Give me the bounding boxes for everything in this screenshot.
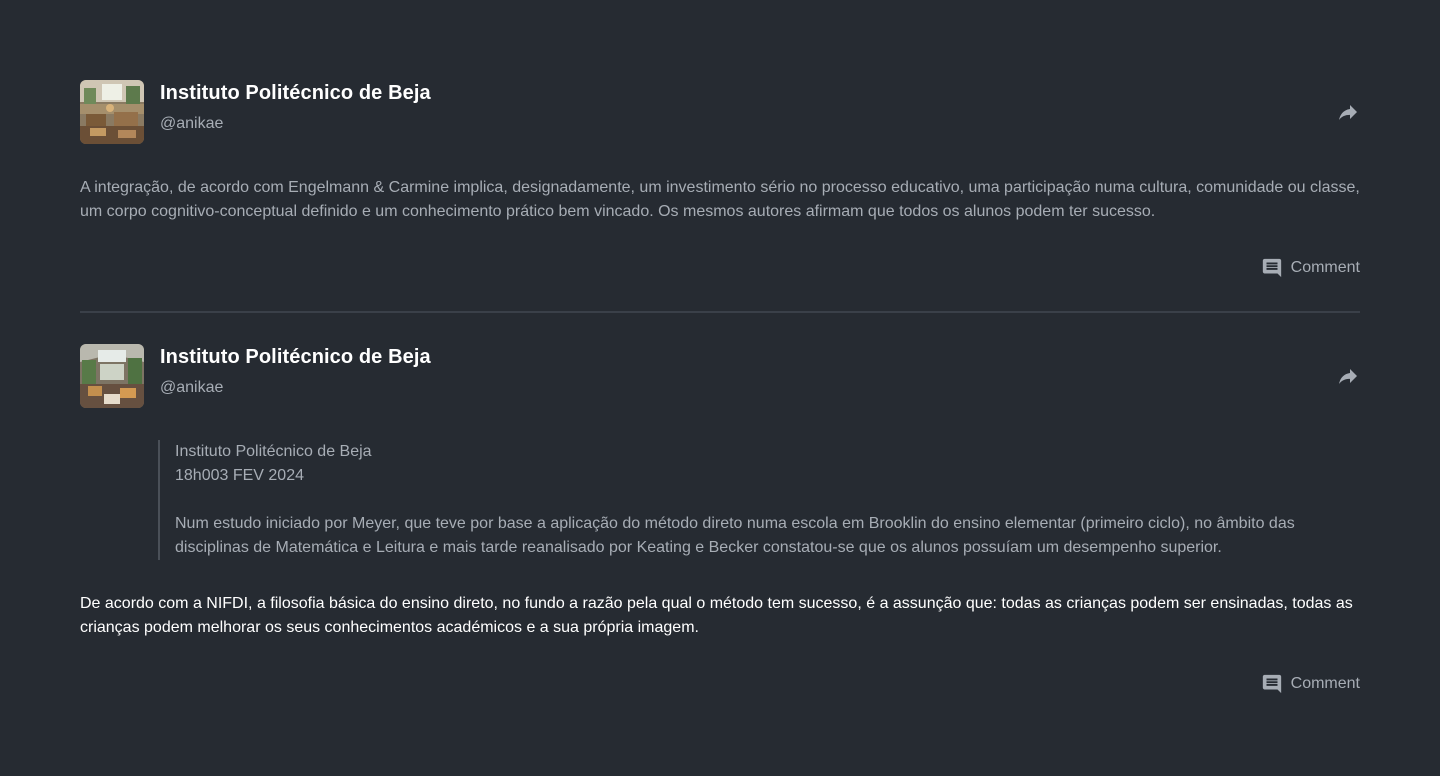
comment-button[interactable]: Comment (1261, 672, 1360, 696)
avatar[interactable] (80, 344, 144, 408)
quoted-text: Num estudo iniciado por Meyer, que teve … (175, 515, 1295, 556)
share-button[interactable] (1336, 100, 1360, 124)
share-arrow-icon (1339, 105, 1357, 120)
author-name[interactable]: Instituto Politécnico de Beja (160, 82, 431, 105)
author-name[interactable]: Instituto Politécnico de Beja (160, 346, 431, 369)
post-header: Instituto Politécnico de Beja @anikae (80, 80, 1360, 144)
comment-button[interactable]: Comment (1261, 256, 1360, 280)
share-button[interactable] (1336, 364, 1360, 388)
quoted-post[interactable]: Instituto Politécnico de Beja 18h003 FEV… (158, 440, 1360, 560)
avatar[interactable] (80, 80, 144, 144)
comment-icon (1262, 674, 1281, 694)
author-handle[interactable]: @anikae (160, 115, 223, 133)
post-header: Instituto Politécnico de Beja @anikae (80, 344, 1360, 408)
share-arrow-icon (1339, 369, 1357, 384)
post-divider (80, 311, 1360, 313)
quoted-author: Instituto Politécnico de Beja (175, 443, 372, 460)
post-card: Instituto Politécnico de Beja @anikae In… (80, 344, 1360, 704)
quoted-date: 18h003 FEV 2024 (175, 467, 304, 484)
comment-label: Comment (1290, 259, 1360, 276)
comment-label: Comment (1290, 675, 1360, 692)
post-body: De acordo com a NIFDI, a filosofia básic… (80, 595, 1353, 636)
author-handle[interactable]: @anikae (160, 379, 223, 397)
post-card: Instituto Politécnico de Beja @anikae A … (80, 80, 1360, 312)
comment-icon (1262, 258, 1281, 278)
post-body: A integração, de acordo com Engelmann & … (80, 179, 1360, 220)
